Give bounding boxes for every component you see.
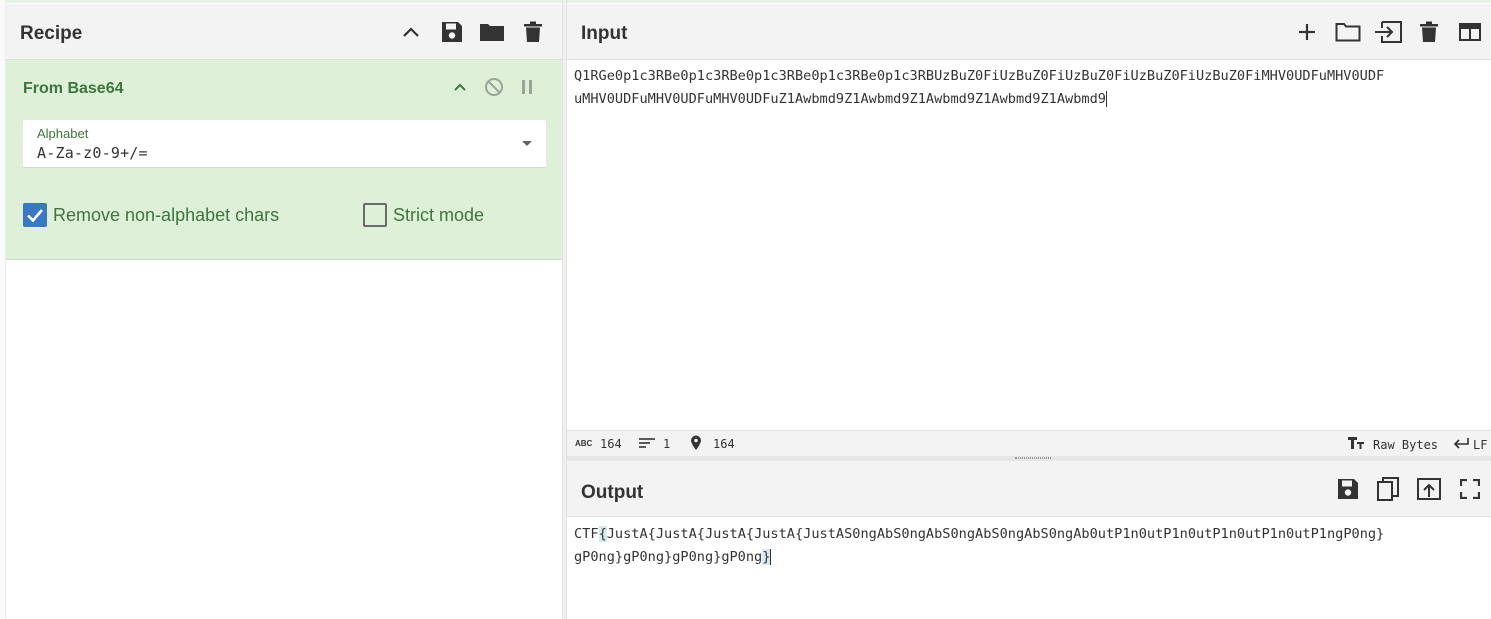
collapse-chevron-icon[interactable] [445,72,475,102]
output-textarea[interactable]: CTF{JustA{JustA{JustA{JustA{JustAS0ngAbS… [574,523,1491,619]
strict-mode-label[interactable]: Strict mode [393,205,484,226]
plus-icon[interactable] [1292,17,1322,47]
recipe-drop-area[interactable] [6,260,562,619]
alphabet-select[interactable]: Alphabet A-Za-z0-9+/= [23,120,546,168]
maximize-icon[interactable] [1455,474,1485,504]
clear-recipe-trash-icon[interactable] [518,17,548,47]
clear-input-trash-icon[interactable] [1414,17,1444,47]
strict-mode-checkbox[interactable] [363,203,387,227]
vertical-splitter[interactable] [562,0,567,619]
output-line-1: CTF{JustA{JustA{JustA{JustA{JustAS0ngAbS… [574,526,1385,542]
cursor-position: 164 [713,437,735,451]
input-lines: 1 [663,437,671,451]
dropdown-caret-icon[interactable] [522,141,532,146]
matching-brace-close: } [762,549,771,565]
operation-title: From Base64 [23,80,124,97]
save-output-icon[interactable] [1333,474,1363,504]
length-abc-icon: ABC [575,439,593,448]
layout-icon[interactable] [1455,17,1485,47]
input-line-1: Q1RGe0p1c3RBe0p1c3RBe0p1c3RBe0p1c3RBe0p1… [574,68,1385,84]
text-size-icon[interactable] [1347,436,1365,453]
alphabet-label: Alphabet [37,126,89,141]
input-textarea[interactable]: Q1RGe0p1c3RBe0p1c3RBe0p1c3RBe0p1c3RBe0p1… [574,65,1491,425]
top-accent-line [0,0,1491,3]
operation-from-base64[interactable]: From Base64 Alphabet A-Za-z0-9+/= Remove… [6,60,562,260]
encoding-selector[interactable]: Raw Bytes [1373,438,1438,452]
import-icon[interactable] [1373,17,1403,47]
output-title: Output [581,482,644,503]
matching-brace-open: { [598,526,607,542]
position-pin-icon [690,435,702,454]
input-line-2: uMHV0UDFuMHV0UDFuMHV0UDFuZ1Awbmd9Z1Awbmd… [574,91,1107,107]
replace-input-icon[interactable] [1414,474,1444,504]
eol-selector[interactable]: LF [1473,438,1487,452]
input-header: Input [567,4,1491,60]
save-recipe-icon[interactable] [437,17,467,47]
load-recipe-folder-icon[interactable] [477,17,507,47]
input-status-bar: ABC 164 1 164 Raw Bytes LF [567,430,1491,456]
output-line-2: gP0ng}gP0ng}gP0ng}gP0ng} [574,549,772,565]
input-length: 164 [600,437,622,451]
eol-return-icon[interactable] [1453,437,1469,452]
pause-breakpoint-icon[interactable] [512,72,542,102]
remove-nonalphabet-label[interactable]: Remove non-alphabet chars [53,205,279,226]
lines-icon [639,437,655,452]
remove-nonalphabet-checkbox[interactable] [23,203,47,227]
alphabet-value: A-Za-z0-9+/= [37,144,148,162]
output-header: Output [567,461,1491,517]
input-title: Input [581,23,628,44]
copy-icon[interactable] [1373,474,1403,504]
splitter-grip-icon[interactable] [1015,457,1051,459]
text-cursor [1105,91,1107,107]
recipe-header: Recipe [6,4,562,60]
disable-operation-icon[interactable] [479,72,509,102]
chevron-up-icon[interactable] [396,17,426,47]
output-cursor [770,549,772,565]
recipe-title: Recipe [20,23,83,44]
open-file-folder-icon[interactable] [1333,17,1363,47]
